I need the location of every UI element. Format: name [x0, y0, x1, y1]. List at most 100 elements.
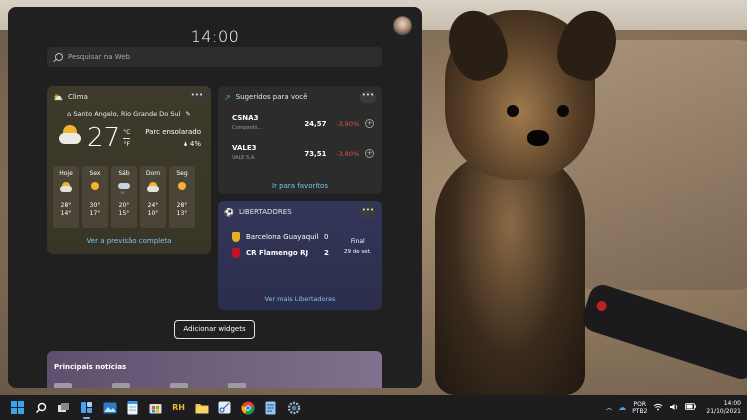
stock-symbol: CSNA3	[232, 114, 259, 122]
search-icon[interactable]	[32, 399, 49, 416]
puppy-ear	[439, 2, 516, 88]
puppy-head	[439, 2, 626, 180]
wallpaper-puppy	[425, 0, 626, 395]
language-code: POR	[633, 400, 647, 408]
top-news-widget[interactable]: Principais notícias	[47, 351, 382, 388]
match-status: Final 29 de set.	[344, 237, 372, 257]
stocks-header: ↗ Sugeridos para você •••	[218, 86, 382, 108]
weather-more-options-button[interactable]: •••	[189, 91, 205, 103]
stock-chart-icon: ↗	[224, 92, 231, 102]
rh-app-icon[interactable]: RH	[170, 399, 187, 416]
partly-sunny-icon	[60, 182, 72, 192]
forecast-day[interactable]: Sex 30° 17°	[82, 166, 108, 228]
unit-toggle[interactable]: °C °F	[123, 128, 130, 149]
weather-title: Clima	[67, 93, 88, 101]
forecast-high: 24°	[147, 202, 159, 209]
photos-icon[interactable]	[101, 399, 118, 416]
news-preview-strip	[54, 383, 246, 388]
forecast-day[interactable]: Dom 24° 10°	[140, 166, 166, 228]
taskbar-clock[interactable]: 14:00 21/10/2021	[706, 400, 741, 416]
start-icon[interactable]	[9, 399, 26, 416]
puppy-body	[435, 150, 585, 395]
forecast-low: 10°	[147, 210, 159, 217]
puppy-eye	[507, 105, 519, 117]
stocks-more-options-button[interactable]: •••	[360, 91, 376, 103]
forecast-low: 13°	[176, 210, 188, 217]
widgets-panel: 14:00 Pesquisar na Web ⛅ Clima ••• ⌂ San…	[8, 7, 422, 388]
notepad-icon[interactable]	[124, 399, 141, 416]
stocks-widget[interactable]: ↗ Sugeridos para você ••• CSNA3 Companhi…	[218, 86, 382, 194]
widgets-icon[interactable]	[78, 399, 95, 419]
stock-price: 24,57	[304, 120, 327, 128]
match-card[interactable]: Barcelona Guayaquil 0 CR Flamengo RJ 2 F…	[218, 223, 382, 275]
edit-location-icon[interactable]: ✎	[185, 110, 190, 118]
forecast-day-label: Seg	[176, 170, 188, 177]
taskbar-time: 14:00	[723, 399, 741, 407]
stock-price: 73,51	[304, 150, 327, 158]
partly-sunny-icon	[147, 182, 159, 192]
precipitation: 🌢 4%	[145, 138, 201, 150]
more-libertadores-link[interactable]: Ver mais Libertadores	[218, 295, 382, 303]
chrome-icon[interactable]	[239, 399, 256, 416]
snipping-tool-icon[interactable]	[216, 399, 233, 416]
partly-sunny-icon	[59, 124, 83, 148]
battery-icon[interactable]	[685, 403, 697, 412]
forecast-low: 15°	[118, 210, 130, 217]
keyboard-layout: PTB2	[632, 407, 648, 415]
sports-title: LIBERTADORES	[238, 208, 292, 216]
file-explorer-icon[interactable]	[193, 399, 210, 416]
notepad-plus-icon[interactable]	[262, 399, 279, 416]
forecast-high: 28°	[176, 202, 188, 209]
stock-company: VALE S.A.	[232, 155, 256, 161]
favorites-link[interactable]: Ir para favoritos	[218, 182, 382, 190]
panel-clock: 14:00	[190, 27, 240, 46]
add-widgets-button[interactable]: Adicionar widgets	[174, 320, 255, 339]
chevron-up-icon[interactable]: ︿	[606, 403, 612, 412]
add-stock-icon[interactable]: +	[365, 149, 374, 158]
store-icon[interactable]	[147, 399, 164, 416]
team-name: Barcelona Guayaquil	[246, 233, 319, 241]
settings-icon[interactable]	[285, 399, 302, 416]
stock-change: -3,80%	[336, 150, 360, 158]
system-tray: ︿ ☁ POR PTB2 14:00 21/10/2021	[606, 395, 747, 420]
forecast-high: 28°	[60, 202, 72, 209]
sports-more-options-button[interactable]: •••	[360, 206, 376, 218]
onedrive-icon[interactable]: ☁	[618, 403, 626, 412]
input-language[interactable]: POR PTB2	[632, 401, 647, 415]
remote-power-button	[595, 299, 608, 313]
stock-company: Companhi...	[232, 125, 263, 131]
web-search-box[interactable]: Pesquisar na Web	[47, 47, 382, 67]
forecast-low: 17°	[89, 210, 101, 217]
forecast-day[interactable]: Sáb ııı 20° 15°	[111, 166, 137, 228]
team-crest-icon	[232, 232, 240, 242]
sports-widget[interactable]: ⚽ LIBERTADORES ••• Barcelona Guayaquil 0…	[218, 201, 382, 310]
wifi-icon[interactable]	[653, 403, 663, 413]
forecast-day[interactable]: Hoje 28° 14°	[53, 166, 79, 228]
puppy-eye	[557, 105, 569, 117]
partly-sunny-icon: ⛅	[53, 92, 63, 102]
soccer-player-icon: ⚽	[224, 207, 234, 217]
add-stock-icon[interactable]: +	[365, 119, 374, 128]
home-icon: ⌂	[67, 110, 72, 118]
unit-celsius[interactable]: °C	[123, 128, 130, 137]
volume-icon[interactable]	[669, 403, 679, 413]
raindrop-icon: 🌢	[183, 140, 188, 148]
stock-row[interactable]: VALE3 VALE S.A. 73,51 -3,80% +	[218, 144, 382, 174]
stock-row[interactable]: CSNA3 Companhi... 24,57 -3,80% +	[218, 114, 382, 144]
task-view-icon[interactable]	[55, 399, 72, 416]
sunny-icon	[90, 182, 100, 192]
forecast-day-label: Sex	[89, 170, 101, 177]
forecast-high: 20°	[118, 202, 130, 209]
unit-fahrenheit[interactable]: °F	[123, 140, 130, 149]
user-avatar[interactable]	[393, 16, 412, 35]
match-date: 29 de set.	[344, 249, 372, 255]
stock-symbol: VALE3	[232, 144, 257, 152]
full-forecast-link[interactable]: Ver a previsão completa	[47, 237, 211, 245]
current-conditions: 27 °C °F Parc ensolarado 🌢 4%	[47, 118, 211, 158]
forecast-day[interactable]: Seg 28° 13°	[169, 166, 195, 228]
weather-widget[interactable]: ⛅ Clima ••• ⌂ Santo Angelo, Rio Grande D…	[47, 86, 211, 254]
sunny-icon	[177, 182, 187, 192]
weather-location-label: Santo Angelo, Rio Grande Do Sul	[73, 110, 181, 118]
weather-location[interactable]: ⌂ Santo Angelo, Rio Grande Do Sul ✎	[47, 110, 211, 118]
team-name: CR Flamengo RJ	[246, 249, 309, 257]
